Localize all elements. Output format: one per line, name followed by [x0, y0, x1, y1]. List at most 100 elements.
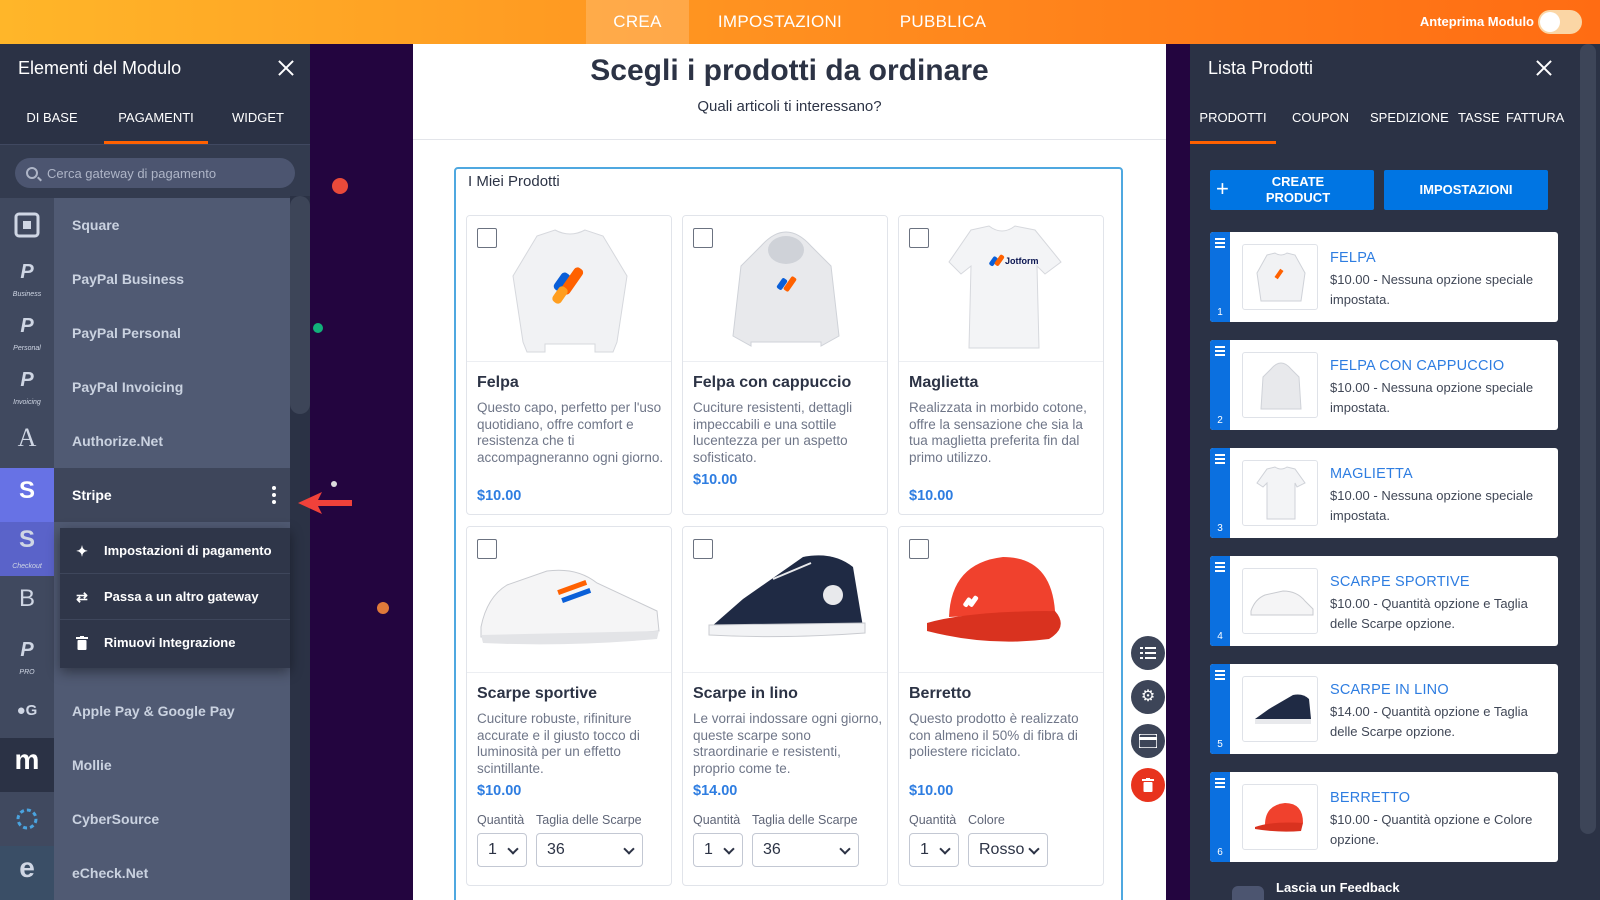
product-list-item[interactable]: 3 MAGLIETTA $10.00 - Nessuna opzione spe…	[1210, 448, 1558, 538]
product-checkbox[interactable]	[693, 539, 713, 559]
gateway-cybersource[interactable]: CyberSource	[0, 792, 290, 846]
magic-wand-icon: ✦	[76, 543, 88, 559]
more-options-icon[interactable]	[272, 486, 276, 504]
tab-fattura[interactable]: FATTURA	[1506, 92, 1564, 144]
close-icon[interactable]	[1534, 58, 1554, 78]
drag-handle-icon[interactable]: 4	[1210, 556, 1230, 646]
product-price: $10.00	[477, 783, 522, 799]
product-image	[683, 216, 887, 362]
gear-icon[interactable]: ⚙	[1131, 680, 1165, 714]
product-name: Felpa con cappuccio	[693, 374, 852, 391]
gateway-square[interactable]: Square	[0, 198, 290, 252]
panel-scrollbar[interactable]	[290, 196, 310, 900]
tab-pagamenti[interactable]: PAGAMENTI	[104, 92, 208, 144]
braintree-icon: B	[0, 576, 54, 630]
list-icon[interactable]	[1131, 636, 1165, 670]
tab-crea[interactable]: CREA	[586, 0, 689, 44]
preview-toggle[interactable]	[1538, 10, 1582, 34]
size-select[interactable]: 36	[752, 833, 859, 867]
product-summary: $10.00 - Quantità opzione e Taglia delle…	[1330, 596, 1528, 631]
tab-impostazioni[interactable]: IMPOSTAZIONI	[700, 0, 860, 44]
product-card-scarpe-lino[interactable]: Scarpe in lino Le vorrai indossare ogni …	[682, 526, 888, 886]
authorize-glyph: A	[17, 423, 37, 452]
quantity-select[interactable]: 1	[693, 833, 743, 867]
cybersource-icon	[0, 792, 54, 846]
product-card-berretto[interactable]: Berretto Questo prodotto è realizzato co…	[898, 526, 1104, 886]
scroll-thumb[interactable]	[1580, 44, 1596, 834]
size-select[interactable]: 36	[536, 833, 643, 867]
product-card-scarpe-sportive[interactable]: Scarpe sportive Cuciture robuste, rifini…	[466, 526, 672, 886]
gateway-paypal-invoicing[interactable]: P Invoicing PayPal Invoicing	[0, 360, 290, 414]
feedback-icon[interactable]	[1232, 886, 1264, 900]
search-input[interactable]	[15, 158, 295, 188]
tab-pubblica[interactable]: PUBBLICA	[878, 0, 1008, 44]
product-checkbox[interactable]	[909, 539, 929, 559]
product-thumbnail	[1242, 244, 1318, 310]
gateway-sub-label: Invoicing	[13, 399, 41, 406]
form-subtitle[interactable]: Quali articoli ti interessano?	[413, 98, 1166, 115]
product-list-item[interactable]: 4 SCARPE SPORTIVE $10.00 - Quantità opzi…	[1210, 556, 1558, 646]
product-name: BERRETTO	[1330, 790, 1411, 806]
product-card-felpa-cappuccio[interactable]: Felpa con cappuccio Cuciture resistenti,…	[682, 215, 888, 515]
mollie-glyph: m	[14, 744, 40, 775]
gateway-paypal-personal[interactable]: P Personal PayPal Personal	[0, 306, 290, 360]
product-list-item[interactable]: 6 BERRETTO $10.00 - Quantità opzione e C…	[1210, 772, 1558, 862]
drag-handle-icon[interactable]: 3	[1210, 448, 1230, 538]
panel-title: Elementi del Modulo	[18, 58, 182, 78]
paypal-glyph: P	[20, 369, 34, 391]
quantity-select[interactable]: 1	[909, 833, 959, 867]
gateway-apple-google-pay[interactable]: ●G Apple Pay & Google Pay	[0, 684, 290, 738]
hoodie-image	[732, 231, 840, 347]
product-price: $14.00	[693, 783, 738, 799]
product-card-maglietta[interactable]: Jotform Maglietta Realizzata in morbido …	[898, 215, 1104, 515]
tab-coupon[interactable]: COUPON	[1292, 92, 1349, 144]
plus-icon: +	[1216, 176, 1229, 201]
product-list-field[interactable]: I Miei Prodotti Felpa Questo capo, perfe…	[454, 167, 1123, 900]
product-summary: $10.00 - Nessuna opzione speciale impost…	[1330, 272, 1534, 307]
panel-scrollbar[interactable]	[1576, 44, 1600, 900]
tab-di-base[interactable]: DI BASE	[12, 92, 92, 144]
payment-card-icon[interactable]	[1131, 724, 1165, 758]
gateway-paypal-business[interactable]: P Business PayPal Business	[0, 252, 290, 306]
quantity-select[interactable]: 1	[477, 833, 527, 867]
drag-handle-icon[interactable]: 6	[1210, 772, 1230, 862]
product-list-item[interactable]: 2 FELPA CON CAPPUCCIO $10.00 - Nessuna o…	[1210, 340, 1558, 430]
apple-google-pay-icon: ●G	[0, 684, 54, 738]
tab-spedizione[interactable]: SPEDIZIONE	[1370, 92, 1449, 144]
product-image	[467, 527, 671, 673]
product-checkbox[interactable]	[909, 228, 929, 248]
create-product-button[interactable]: + CREATE PRODUCT	[1210, 170, 1374, 210]
tab-widget[interactable]: WIDGET	[218, 92, 298, 144]
drag-handle-icon[interactable]: 5	[1210, 664, 1230, 754]
gateway-authorize-net[interactable]: A Authorize.Net	[0, 414, 290, 468]
tab-tasse[interactable]: TASSE	[1458, 92, 1500, 144]
product-checkbox[interactable]	[477, 539, 497, 559]
cap-image	[927, 557, 1061, 642]
tab-prodotti[interactable]: PRODOTTI	[1190, 92, 1276, 144]
gateway-echeck-net[interactable]: e eCheck.Net	[0, 846, 290, 900]
menu-item-remove-integration[interactable]: Rimuovi Integrazione	[60, 620, 290, 666]
drag-handle-icon[interactable]: 1	[1210, 232, 1230, 322]
product-checkbox[interactable]	[693, 228, 713, 248]
chevron-down-icon	[507, 843, 519, 855]
product-list-item[interactable]: 5 SCARPE IN LINO $14.00 - Quantità opzio…	[1210, 664, 1558, 754]
gateway-stripe[interactable]: S Stripe	[0, 468, 290, 522]
delete-icon[interactable]	[1131, 768, 1165, 802]
echeck-glyph: e	[19, 852, 35, 883]
product-card-felpa[interactable]: Felpa Questo capo, perfetto per l'uso qu…	[466, 215, 672, 515]
drag-handle-icon[interactable]: 2	[1210, 340, 1230, 430]
color-select[interactable]: Rosso	[968, 833, 1048, 867]
select-value: 1	[920, 841, 929, 858]
product-thumbnail	[1242, 568, 1318, 634]
menu-item-switch-gateway[interactable]: ⇄ Passa a un altro gateway	[60, 574, 290, 620]
menu-item-payment-settings[interactable]: ✦ Impostazioni di pagamento	[60, 528, 290, 574]
product-list-item[interactable]: 1 FELPA $10.00 - Nessuna opzione special…	[1210, 232, 1558, 322]
settings-button[interactable]: IMPOSTAZIONI	[1384, 170, 1548, 210]
canvas-sneaker-image	[708, 555, 866, 638]
feedback-link[interactable]: Lascia un Feedback	[1276, 880, 1400, 895]
gateway-mollie[interactable]: m Mollie	[0, 738, 290, 792]
product-checkbox[interactable]	[477, 228, 497, 248]
close-icon[interactable]	[276, 58, 296, 78]
scroll-thumb[interactable]	[290, 196, 310, 414]
form-title[interactable]: Scegli i prodotti da ordinare	[413, 54, 1166, 88]
